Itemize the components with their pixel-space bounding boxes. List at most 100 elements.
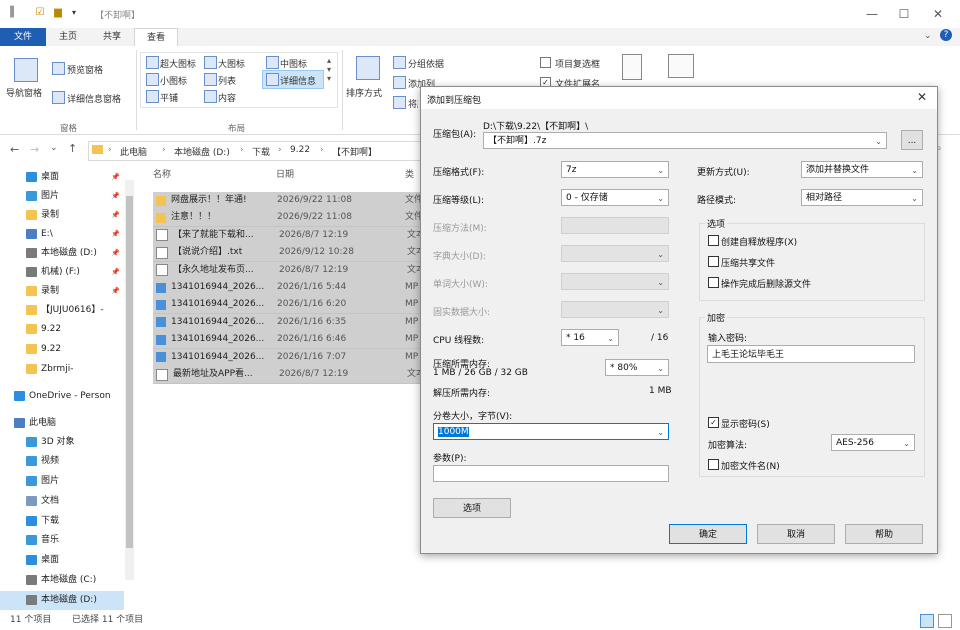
threads-combo[interactable]: * 16 ⌄ <box>561 329 619 346</box>
password-input[interactable]: 上毛王论坛毕毛王 <box>707 345 915 363</box>
nav-item[interactable]: 桌面 📌 <box>0 168 124 187</box>
nav-item[interactable]: 图片 <box>0 472 124 491</box>
nav-item[interactable]: 音乐 <box>0 531 124 550</box>
layout-list[interactable]: 列表 <box>218 74 236 87</box>
tab-file[interactable]: 文件 <box>0 28 46 46</box>
column-header-name[interactable]: 名称 <box>153 166 171 184</box>
level-combo[interactable]: 0 - 仅存储 ⌄ <box>561 189 669 206</box>
layout-small[interactable]: 小图标 <box>160 74 187 87</box>
gallery-scroll-icon[interactable]: ▴ ▾ ▾ <box>327 56 331 83</box>
nav-pane-icon[interactable] <box>14 58 38 82</box>
layout-tiles[interactable]: 平铺 <box>160 91 178 104</box>
help-icon[interactable]: ? <box>940 29 952 41</box>
cancel-button[interactable]: 取消 <box>757 524 835 544</box>
sort-by-button[interactable]: 排序方式 <box>346 86 382 99</box>
file-row[interactable]: 网盘展示！！年通! 2026/9/22 11:08 文件 <box>153 192 423 210</box>
new-folder-icon[interactable]: ▆ <box>52 6 64 19</box>
back-icon[interactable]: ← <box>10 143 19 156</box>
layout-details[interactable]: 详细信息 <box>280 74 316 87</box>
layout-content[interactable]: 内容 <box>218 91 236 104</box>
breadcrumb-separator-icon: › <box>240 145 244 155</box>
layout-large[interactable]: 大图标 <box>218 57 245 70</box>
breadcrumb-downloads[interactable]: 下载 <box>252 145 270 158</box>
tab-share[interactable]: 共享 <box>90 28 134 46</box>
file-row[interactable]: 1341016944_2026... 2026/1/16 5:44 MP <box>153 279 423 297</box>
preview-pane-button[interactable]: 预览窗格 <box>67 63 103 76</box>
file-row[interactable]: 【来了就能下载和... 2026/8/7 12:19 文本 <box>153 226 425 245</box>
nav-item[interactable]: 桌面 <box>0 551 124 570</box>
file-row[interactable]: 【说说介绍】.txt 2026/9/12 10:28 文本 <box>153 244 425 263</box>
nav-item[interactable]: OneDrive - Person <box>0 387 124 406</box>
recent-locations-icon[interactable]: ⌄ <box>50 143 58 153</box>
layout-medium[interactable]: 中图标 <box>280 57 307 70</box>
nav-item[interactable]: Zbrmji- <box>0 360 124 379</box>
split-size-combo[interactable]: 1000M ⌄ <box>433 423 669 440</box>
nav-item[interactable]: 图片 📌 <box>0 187 124 206</box>
properties-icon[interactable]: ☑ <box>34 6 46 19</box>
layout-extra-large[interactable]: 超大图标 <box>160 57 196 70</box>
ribbon-collapse-icon[interactable]: ⌄ <box>924 31 932 41</box>
breadcrumb-drive-d[interactable]: 本地磁盘 (D:) <box>174 145 230 158</box>
file-row[interactable]: 1341016944_2026... 2026/1/16 6:35 MP <box>153 313 423 332</box>
enc-method-combo[interactable]: AES-256 ⌄ <box>831 434 915 451</box>
nav-scrollbar-thumb[interactable] <box>126 196 133 548</box>
nav-item[interactable]: 视频 <box>0 452 124 471</box>
fit-columns-button[interactable]: 将所有列调整为合适的大小 <box>408 97 418 110</box>
ok-button[interactable]: 确定 <box>669 524 747 544</box>
nav-item[interactable]: E:\ 📌 <box>0 225 124 244</box>
show-password-checkbox[interactable]: ✓ <box>708 417 719 428</box>
breadcrumb-this-pc[interactable]: 此电脑 <box>120 145 147 158</box>
archive-name-combo[interactable]: 【不卸啊】.7z ⌄ <box>483 132 887 149</box>
details-view-icon[interactable] <box>920 614 934 628</box>
sfx-checkbox[interactable] <box>708 235 719 246</box>
tab-view[interactable]: 查看 <box>134 28 178 47</box>
file-row[interactable]: 1341016944_2026... 2026/1/16 7:07 MP <box>153 348 423 367</box>
file-row[interactable]: 最新地址及APP看... 2026/8/7 12:19 文本 <box>153 366 425 384</box>
item-checkboxes-checkbox[interactable] <box>540 57 551 68</box>
mem-percent-combo[interactable]: * 80% ⌄ <box>605 359 669 376</box>
nav-item[interactable]: 9.22 <box>0 320 124 339</box>
column-header-type[interactable]: 类 <box>405 166 414 184</box>
large-icons-view-icon[interactable] <box>938 614 952 628</box>
file-row[interactable]: 注意！！！ 2026/9/22 11:08 文件 <box>153 209 423 228</box>
quick-access-dropdown-icon[interactable]: ▾ <box>68 6 80 19</box>
column-header-date[interactable]: 日期 <box>276 166 294 184</box>
hide-selected-icon[interactable] <box>622 54 642 80</box>
details-pane-button[interactable]: 详细信息窗格 <box>67 92 121 105</box>
nav-pane-button[interactable]: 导航窗格 <box>6 86 42 99</box>
browse-button[interactable]: ... <box>901 130 923 150</box>
nav-item[interactable]: 本地磁盘 (C:) <box>0 571 124 590</box>
dialog-close-icon[interactable]: ✕ <box>917 90 927 104</box>
encrypt-names-checkbox[interactable] <box>708 459 719 470</box>
path-mode-combo[interactable]: 相对路径 ⌄ <box>801 189 923 206</box>
nav-item[interactable]: 3D 对象 <box>0 433 124 452</box>
file-row[interactable]: 1341016944_2026... 2026/1/16 6:20 MP <box>153 296 423 315</box>
nav-item[interactable]: 【JUJU0616】- <box>0 301 124 320</box>
group-by-button[interactable]: 分组依据 <box>408 57 444 70</box>
params-input[interactable] <box>433 465 669 482</box>
forward-icon[interactable]: → <box>30 143 39 156</box>
close-button[interactable]: ✕ <box>918 4 958 24</box>
up-icon[interactable]: ↑ <box>68 142 77 155</box>
shared-files-checkbox[interactable] <box>708 256 719 267</box>
update-combo[interactable]: 添加并替换文件 ⌄ <box>801 161 923 178</box>
options-icon[interactable] <box>668 54 694 78</box>
nav-item[interactable]: 录制 📌 <box>0 282 124 301</box>
file-row[interactable]: 【永久地址发布页... 2026/8/7 12:19 文本 <box>153 261 425 280</box>
breadcrumb-current[interactable]: 【不卸啊】 <box>332 145 377 158</box>
nav-item[interactable]: 机械) (F:) 📌 <box>0 263 124 282</box>
tab-home[interactable]: 主页 <box>46 28 90 46</box>
nav-item[interactable]: 9.22 <box>0 340 124 359</box>
breadcrumb-9-22[interactable]: 9.22 <box>290 145 310 155</box>
nav-item[interactable]: 下载 <box>0 512 124 531</box>
format-combo[interactable]: 7z ⌄ <box>561 161 669 178</box>
nav-item[interactable]: 本地磁盘 (D:) 📌 <box>0 244 124 263</box>
options-button[interactable]: 选项 <box>433 498 511 518</box>
delete-after-checkbox[interactable] <box>708 277 719 288</box>
nav-item[interactable]: 本地磁盘 (D:) <box>0 591 124 610</box>
help-button[interactable]: 帮助 <box>845 524 923 544</box>
nav-item[interactable]: 文档 <box>0 492 124 511</box>
nav-item[interactable]: 录制 📌 <box>0 206 124 225</box>
nav-item[interactable]: 此电脑 <box>0 414 124 433</box>
file-row[interactable]: 1341016944_2026... 2026/1/16 6:46 MP <box>153 331 423 350</box>
